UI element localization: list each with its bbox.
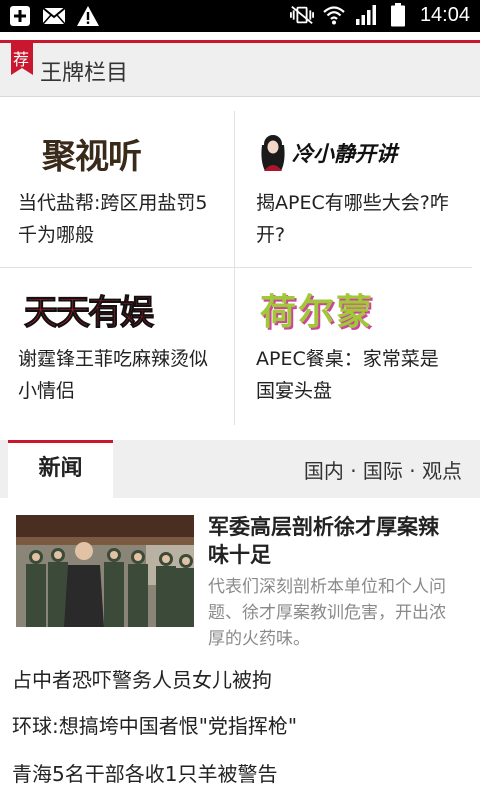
news-tab-bar: 新闻 国内 · 国际 · 观点 bbox=[0, 440, 480, 498]
column-headline: 谢霆锋王菲吃麻辣烫似小情侣 bbox=[18, 348, 209, 402]
featured-news-title[interactable]: 军委高层剖析徐才厚案辣味十足 bbox=[208, 513, 458, 569]
column-headline: 当代盐帮:跨区用盐罚5千为哪般 bbox=[18, 192, 208, 246]
jushiting-logo: 聚视听 bbox=[42, 136, 142, 177]
column-card-jushiting[interactable]: 聚视听 当代盐帮:跨区用盐罚5千为哪般 bbox=[0, 111, 233, 267]
news-headline[interactable]: 青海5名干部各收1只羊被警告 bbox=[12, 758, 277, 787]
column-card-heermeng[interactable]: 荷尔蒙 APEC餐桌：家常菜是国宴头盘 bbox=[238, 267, 471, 423]
host-avatar-icon bbox=[261, 135, 285, 171]
recommend-badge: 荐 bbox=[11, 43, 33, 75]
section-title: 王牌栏目 bbox=[40, 61, 129, 86]
clock: 14:04 bbox=[419, 3, 470, 26]
wifi-icon bbox=[322, 3, 346, 27]
columns-section-header: 荐 王牌栏目 bbox=[0, 43, 480, 97]
news-headline[interactable]: 占中者恐吓警务人员女儿被拘 bbox=[12, 664, 272, 693]
warning-icon bbox=[76, 4, 100, 28]
lengxiaojing-logo: 冷小静开讲 bbox=[256, 125, 397, 181]
status-bar: 14:04 bbox=[0, 0, 480, 32]
tiantianyouyu-logo: 天天有娱 bbox=[24, 292, 155, 333]
heermeng-logo: 荷尔蒙 bbox=[260, 292, 375, 333]
tab-news[interactable]: 新闻 bbox=[8, 440, 113, 498]
column-headline: APEC餐桌：家常菜是国宴头盘 bbox=[256, 348, 439, 402]
column-headline: 揭APEC有哪些大会?咋开? bbox=[256, 192, 449, 246]
grid-divider-vertical bbox=[234, 111, 235, 425]
battery-icon bbox=[386, 3, 410, 27]
column-card-lengxiaojing[interactable]: 冷小静开讲 揭APEC有哪些大会?咋开? bbox=[238, 111, 471, 267]
featured-news-summary: 代表们深刻剖析本单位和个人问题、徐才厚案教训危害，开出浓厚的火药味。 bbox=[208, 577, 446, 649]
news-headline[interactable]: 环球:想搞垮中国者恨"党指挥枪" bbox=[12, 710, 297, 739]
recommend-badge-label: 荐 bbox=[13, 50, 30, 69]
mail-icon bbox=[42, 4, 66, 28]
column-card-tiantianyouyu[interactable]: 天天有娱 谢霆锋王菲吃麻辣烫似小情侣 bbox=[0, 267, 233, 423]
add-box-icon bbox=[8, 4, 32, 28]
columns-grid: 聚视听 当代盐帮:跨区用盐罚5千为哪般 冷小静开讲 揭APEC有哪些大会?咋开?… bbox=[0, 97, 480, 427]
news-subcategories-link[interactable]: 国内 · 国际 · 观点 bbox=[304, 455, 462, 484]
featured-news-photo[interactable] bbox=[16, 515, 194, 627]
signal-icon bbox=[354, 3, 378, 27]
vibrate-mute-icon bbox=[289, 3, 314, 27]
